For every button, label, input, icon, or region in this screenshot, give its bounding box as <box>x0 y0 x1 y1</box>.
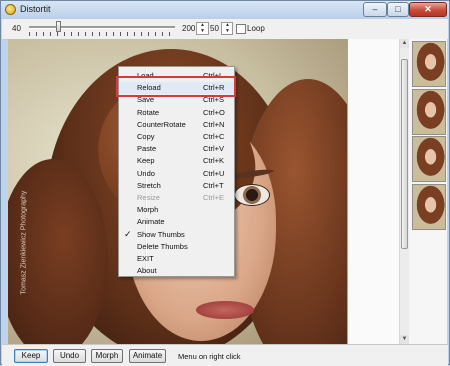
menu-item-about[interactable]: About <box>119 265 234 277</box>
fps-spinner[interactable]: ▲ ▼ <box>221 22 233 35</box>
slider-ticks <box>29 32 175 36</box>
menu-item-shortcut: Ctrl+E <box>203 193 225 202</box>
spinner-down-icon[interactable]: ▼ <box>223 29 232 34</box>
menu-item-label: Animate <box>137 217 165 227</box>
app-icon <box>5 4 16 15</box>
menu-item-label: CounterRotate <box>137 119 186 129</box>
photo-eye <box>234 184 270 206</box>
menu-item-rotate[interactable]: Rotate Ctrl+O <box>119 107 234 119</box>
menu-item-undo[interactable]: Undo Ctrl+U <box>119 168 234 180</box>
fps-value: 50 <box>210 24 219 33</box>
slider-thumb[interactable] <box>56 21 61 32</box>
photo-lips <box>196 301 254 319</box>
loop-checkbox[interactable] <box>236 24 246 34</box>
menu-item-label: Rotate <box>137 107 160 117</box>
scroll-thumb[interactable] <box>401 59 408 249</box>
menu-item-label: Resize <box>137 193 160 202</box>
menu-item-label: About <box>137 266 157 276</box>
slider-min-label: 40 <box>12 24 21 33</box>
side-pane <box>348 39 399 344</box>
bottom-bar: Keep Undo Morph Animate Menu on right cl… <box>2 344 448 366</box>
title-bar[interactable]: Distortit – □ ✕ <box>1 1 449 19</box>
menu-item-shortcut: Ctrl+C <box>203 132 225 141</box>
menu-item-exit[interactable]: EXIT <box>119 253 234 265</box>
menu-item-counterrotate[interactable]: CounterRotate Ctrl+N <box>119 119 234 131</box>
menu-item-shortcut: Ctrl+T <box>203 180 224 190</box>
menu-item-paste[interactable]: Paste Ctrl+V <box>119 143 234 155</box>
menu-item-copy[interactable]: Copy Ctrl+C <box>119 131 234 143</box>
hint-text: Menu on right click <box>178 352 241 361</box>
window-title: Distortit <box>20 4 51 14</box>
close-button[interactable]: ✕ <box>409 2 447 17</box>
loop-label: Loop <box>247 24 265 33</box>
menu-item-label: Keep <box>137 156 155 166</box>
spinner-down-icon[interactable]: ▼ <box>198 29 207 34</box>
undo-button[interactable]: Undo <box>53 349 86 363</box>
animate-button[interactable]: Animate <box>129 349 166 363</box>
menu-item-delete-thumbs[interactable]: Delete Thumbs <box>119 241 234 253</box>
max-spinner[interactable]: ▲ ▼ <box>196 22 209 35</box>
menu-item-label: Stretch <box>137 180 161 190</box>
maximize-button[interactable]: □ <box>387 2 409 17</box>
menu-item-morph[interactable]: Morph <box>119 204 234 216</box>
menu-item-label: Morph <box>137 205 159 215</box>
thumbs-scrollbar[interactable]: ▲ ▼ <box>399 39 409 344</box>
menu-item-label: Delete Thumbs <box>137 241 188 251</box>
morph-button[interactable]: Morph <box>91 349 123 363</box>
context-menu: Load Ctrl+L Reload Ctrl+R Save Ctrl+S Rotate Ct… <box>118 66 235 277</box>
slider-max-value: 200 <box>182 24 196 33</box>
menu-item-shortcut: Ctrl+O <box>203 107 225 117</box>
menu-item-label: EXIT <box>137 254 154 263</box>
slider-track[interactable] <box>29 26 175 29</box>
thumbnail[interactable] <box>412 136 446 182</box>
scroll-up-icon[interactable]: ▲ <box>400 39 409 48</box>
menu-item-resize[interactable]: Resize Ctrl+E <box>119 192 234 204</box>
thumbnail-strip <box>409 39 447 344</box>
menu-item-shortcut: Ctrl+V <box>203 144 225 154</box>
menu-item-shortcut: Ctrl+K <box>203 156 225 166</box>
highlight-annotation <box>116 76 236 97</box>
menu-item-animate[interactable]: Animate <box>119 216 234 228</box>
photo-watermark: Tomasz Zienkiewicz Photography <box>20 190 28 295</box>
checkmark-icon: ✓ <box>124 228 132 239</box>
app-window: Distortit – □ ✕ 40 200 ▲ ▼ 50 ▲ ▼ Loop T… <box>0 0 450 366</box>
menu-item-shortcut: Ctrl+N <box>203 119 225 129</box>
menu-item-label: Paste <box>137 144 157 154</box>
minimize-button[interactable]: – <box>363 2 387 17</box>
menu-item-shortcut: Ctrl+U <box>203 168 225 178</box>
menu-item-label: Copy <box>137 132 155 141</box>
keep-button[interactable]: Keep <box>14 349 48 363</box>
menu-item-stretch[interactable]: Stretch Ctrl+T <box>119 180 234 192</box>
toolbar: 40 200 ▲ ▼ 50 ▲ ▼ Loop <box>2 19 448 40</box>
scroll-down-icon[interactable]: ▼ <box>400 335 409 344</box>
thumbnail[interactable] <box>412 41 446 87</box>
menu-item-keep[interactable]: Keep Ctrl+K <box>119 155 234 167</box>
menu-item-label: Undo <box>137 168 155 178</box>
thumbnail[interactable] <box>412 184 446 230</box>
menu-item-show-thumbs[interactable]: ✓ Show Thumbs <box>119 229 234 241</box>
thumbnail[interactable] <box>412 89 446 135</box>
menu-item-label: Show Thumbs <box>137 229 185 239</box>
